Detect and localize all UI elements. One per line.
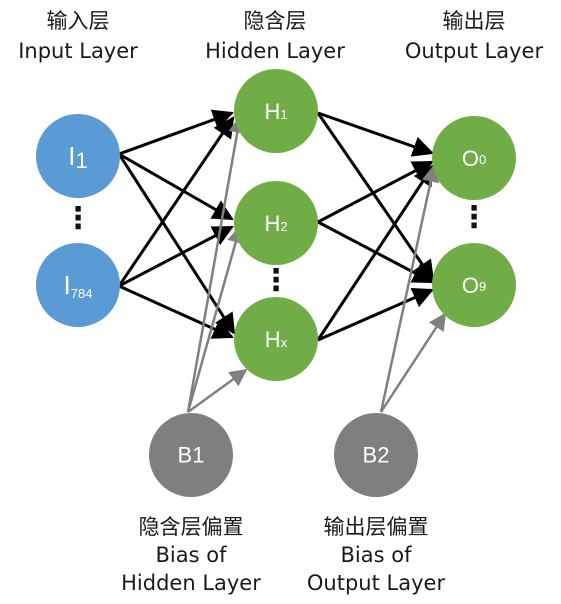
bias-edges xyxy=(186,115,447,414)
output-bias-caption-zh: 输出层偏置 xyxy=(324,515,429,539)
output-layer-title-en: Output Layer xyxy=(405,39,544,63)
hidden-node-1: H1 xyxy=(234,69,318,153)
hidden-node-x: Hx xyxy=(234,297,318,381)
input-node-784: I784 xyxy=(36,243,120,327)
output-ellipsis: ⋮ xyxy=(459,200,489,235)
input-ellipsis: ⋮ xyxy=(63,201,93,236)
input-node-1: I1 xyxy=(36,114,120,198)
edge-i1-h1 xyxy=(118,109,234,156)
neural-network-diagram: 输入层 Input Layer 隐含层 Hidden Layer 输出层 Out… xyxy=(18,9,544,595)
svg-text:B1: B1 xyxy=(178,443,205,468)
hidden-layer-title-zh: 隐含层 xyxy=(244,9,307,33)
hidden-to-output-edges xyxy=(316,111,435,342)
output-bias-caption-line3: Output Layer xyxy=(307,571,446,595)
hidden-layer-title-en: Hidden Layer xyxy=(205,39,345,63)
hidden-bias-caption-zh: 隐含层偏置 xyxy=(139,515,244,539)
hidden-bias-caption-line3: Hidden Layer xyxy=(121,571,261,595)
edge-h1-o0 xyxy=(317,111,434,157)
hidden-node-2: H2 xyxy=(234,181,318,265)
bias-node-b2: B2 xyxy=(334,413,418,497)
input-layer-title-en: Input Layer xyxy=(18,39,138,63)
hidden-ellipsis: ⋮ xyxy=(261,263,291,298)
edge-b1-hx xyxy=(187,368,248,414)
edge-i1-h2 xyxy=(118,152,234,221)
bias-node-b1: B1 xyxy=(149,413,233,497)
output-layer-title-zh: 输出层 xyxy=(443,9,506,33)
output-bias-caption-line2: Bias of xyxy=(341,543,413,567)
hidden-bias-caption-line2: Bias of xyxy=(156,543,228,567)
output-node-0: O0 xyxy=(432,116,516,200)
input-layer-title-zh: 输入层 xyxy=(47,9,110,33)
input-to-hidden-edges xyxy=(117,109,236,339)
svg-text:B2: B2 xyxy=(363,443,390,468)
edge-b1-h1 xyxy=(186,115,246,413)
output-node-9: O9 xyxy=(432,243,516,327)
